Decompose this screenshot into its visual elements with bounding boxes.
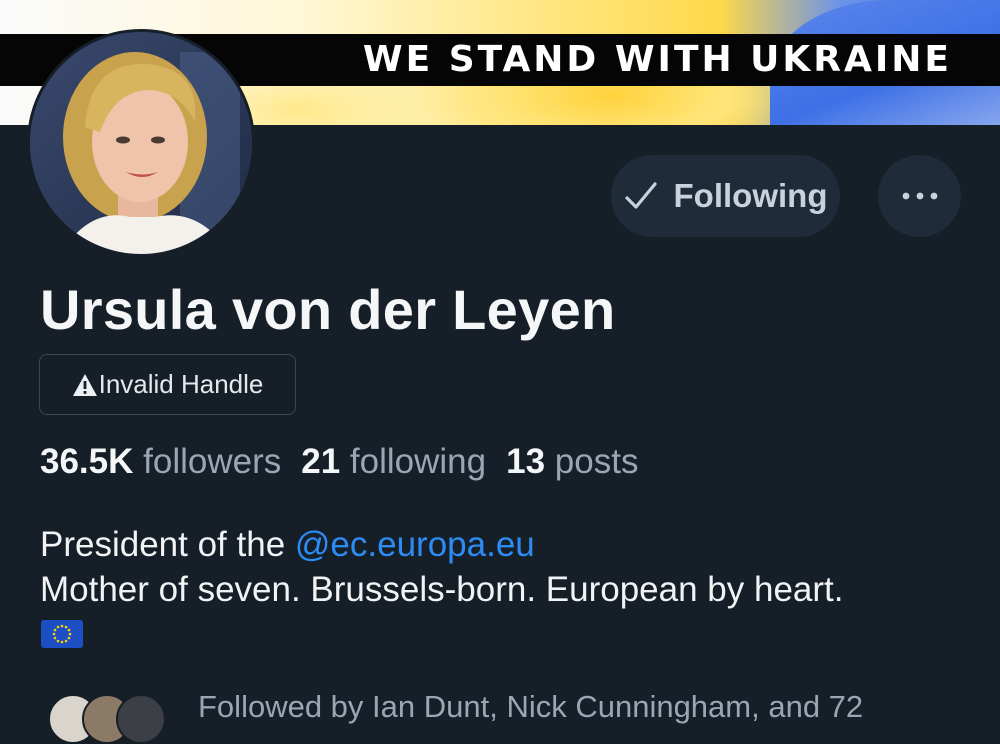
invalid-handle-badge[interactable]: Invalid Handle xyxy=(39,354,296,415)
warning-icon xyxy=(72,373,97,396)
followers-stat[interactable]: 36.5K followers xyxy=(40,442,281,481)
followed-by-text: Followed by Ian Dunt, Nick Cunningham, a… xyxy=(198,689,864,724)
invalid-handle-label: Invalid Handle xyxy=(98,369,264,399)
posts-count: 13 xyxy=(506,442,546,481)
profile-avatar[interactable] xyxy=(27,29,255,257)
display-name: Ursula von der Leyen xyxy=(40,278,616,341)
bio-mention-link[interactable]: @ec.europa.eu xyxy=(295,525,535,564)
more-options-icon xyxy=(902,192,937,200)
followers-label: followers xyxy=(143,442,282,481)
check-icon xyxy=(624,182,657,209)
followed-by-row[interactable]: Followed by Ian Dunt, Nick Cunningham, a… xyxy=(40,686,1000,744)
bio-line-1: President of the @ec.europa.eu xyxy=(40,522,980,567)
followers-count: 36.5K xyxy=(40,442,134,481)
avatar-photo xyxy=(30,32,252,254)
eu-flag-icon xyxy=(41,620,83,648)
bio-line-1-text: President of the xyxy=(40,525,295,564)
profile-bio: President of the @ec.europa.eu Mother of… xyxy=(40,522,980,650)
following-button-label: Following xyxy=(673,177,828,214)
following-button[interactable]: Following xyxy=(611,155,840,237)
profile-stats: 36.5K followers 21 following 13 posts xyxy=(40,442,638,482)
banner-text: WE STAND WITH UKRAINE xyxy=(362,39,952,80)
posts-label: posts xyxy=(554,442,639,481)
following-label: following xyxy=(349,442,487,481)
follower-avatar xyxy=(116,694,166,744)
following-stat[interactable]: 21 following xyxy=(301,442,486,481)
more-options-button[interactable] xyxy=(878,155,961,237)
following-count: 21 xyxy=(301,442,341,481)
bio-line-2: Mother of seven. Brussels-born. European… xyxy=(40,570,844,609)
posts-stat: 13 posts xyxy=(506,442,638,481)
